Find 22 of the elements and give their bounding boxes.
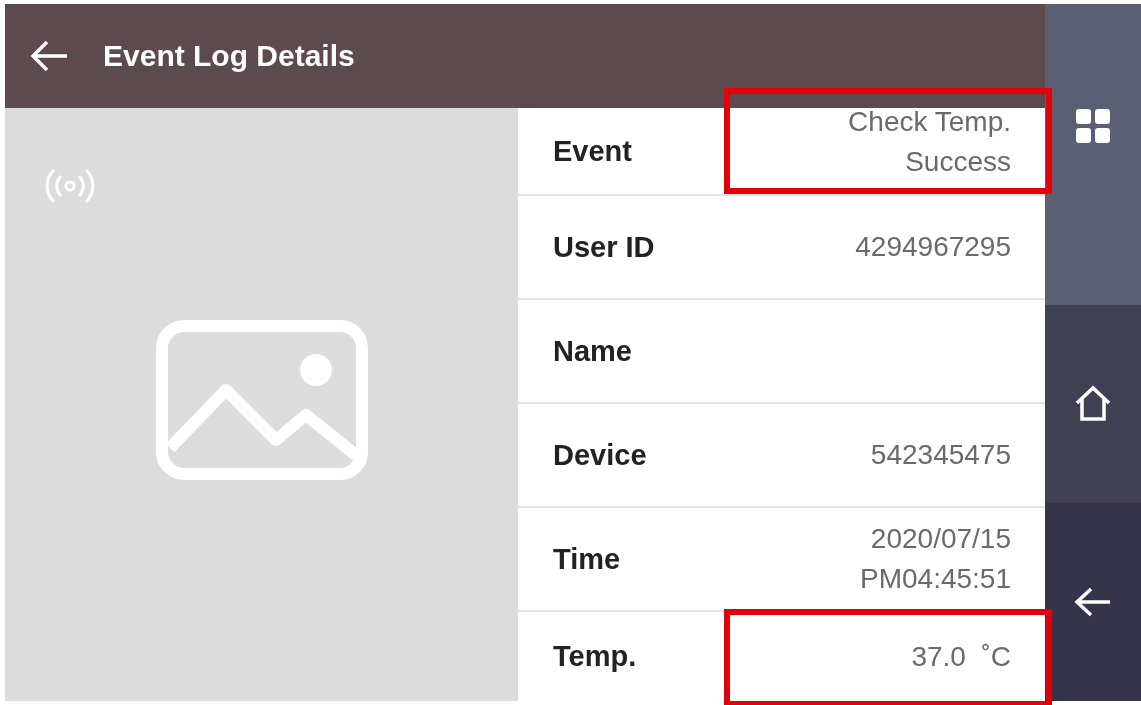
field-label: Device <box>553 438 647 472</box>
wireless-signal-icon <box>45 166 95 206</box>
field-label: Event <box>553 134 632 168</box>
grid-menu-icon <box>1074 107 1112 145</box>
field-value: Success <box>905 145 1011 179</box>
field-label: User ID <box>553 230 655 264</box>
back-arrow-icon[interactable] <box>29 40 69 72</box>
field-value: 37.0 ˚C <box>911 639 1011 674</box>
sidebar-button[interactable] <box>1045 305 1141 503</box>
field-label: Temp. <box>553 640 637 673</box>
field-value: 4294967295 <box>855 230 1011 264</box>
sidebar-button[interactable] <box>1045 503 1141 701</box>
home-icon <box>1074 385 1112 423</box>
sidebar-button[interactable] <box>1045 4 1141 305</box>
field-value: 542345475 <box>870 438 1011 472</box>
field-value: PM04:45:51 <box>860 562 1011 596</box>
field-label: Time <box>553 542 621 576</box>
field-value: Check Temp. <box>848 105 1011 139</box>
image-icon <box>155 319 368 480</box>
screen-title: Event Log Details <box>103 39 355 73</box>
field-label: Name <box>553 334 632 368</box>
field-value: 2020/07/15 <box>870 522 1011 556</box>
